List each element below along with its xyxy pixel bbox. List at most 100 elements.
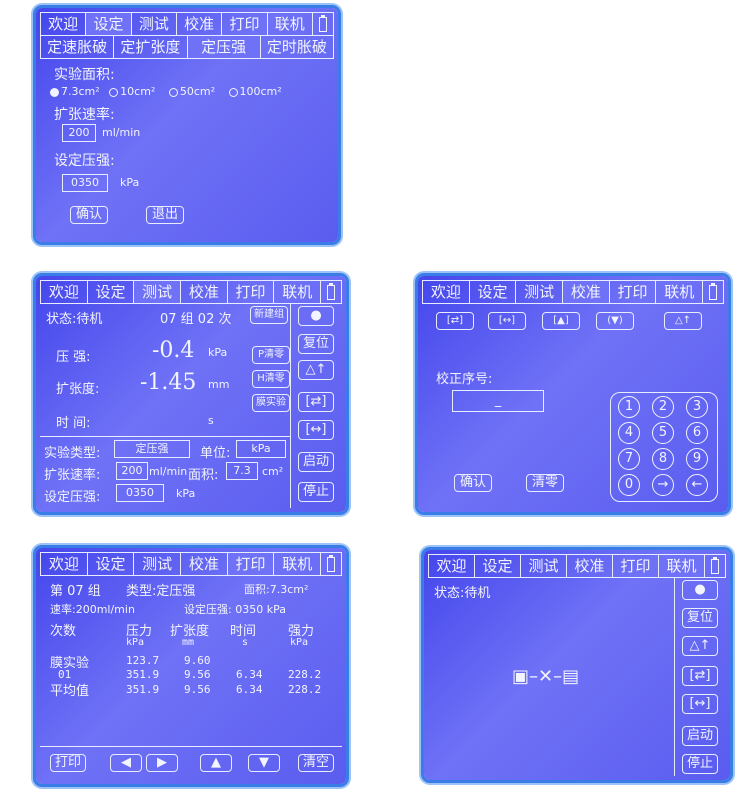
start-button[interactable]: 启动 xyxy=(682,726,718,746)
tab-setup[interactable]: 设定 xyxy=(88,553,135,575)
print-button[interactable]: 打印 xyxy=(50,754,86,772)
confirm-button[interactable]: 确认 xyxy=(70,206,108,224)
key-3[interactable]: 3 xyxy=(686,396,708,418)
tab-test[interactable]: 测试 xyxy=(134,553,182,575)
key-6[interactable]: 6 xyxy=(686,422,708,444)
tab-test[interactable]: 测试 xyxy=(132,13,177,35)
tab-welcome[interactable]: 欢迎 xyxy=(429,555,475,577)
start-button[interactable]: 启动 xyxy=(298,452,334,472)
info-divider xyxy=(40,436,290,437)
tab-test[interactable]: 测试 xyxy=(134,281,182,303)
rate-unit: ml/min xyxy=(149,465,188,478)
reset-button[interactable]: 复位 xyxy=(298,334,334,354)
tab-calibrate[interactable]: 校准 xyxy=(177,13,223,35)
tab-calibrate[interactable]: 校准 xyxy=(567,555,613,577)
tab-setup[interactable]: 设定 xyxy=(475,555,521,577)
tab-setup[interactable]: 设定 xyxy=(470,281,517,303)
clamp-lock-button[interactable]: [↔] xyxy=(298,420,334,440)
pressure-unit: kPa xyxy=(208,346,228,359)
stop-button[interactable]: 停止 xyxy=(682,754,718,774)
tab-calibrate[interactable]: 校准 xyxy=(563,281,610,303)
tab-constant-pressure[interactable]: 定压强 xyxy=(187,36,261,58)
row-avg-pressure: 351.9 xyxy=(126,683,160,696)
new-group-button[interactable]: 新建组 xyxy=(250,306,288,324)
stop-button[interactable]: 停止 xyxy=(298,482,334,502)
row-membrane-pressure: 123.7 xyxy=(126,654,160,667)
tab-calibrate[interactable]: 校准 xyxy=(181,281,228,303)
membrane-test-button[interactable]: 膜实验 xyxy=(252,394,290,412)
tab-setup[interactable]: 设定 xyxy=(86,13,132,35)
area-option-3[interactable]: 50cm² xyxy=(168,85,215,98)
tab-online[interactable]: 联机 xyxy=(659,555,705,577)
battery-icon xyxy=(705,555,725,577)
tab-print[interactable]: 打印 xyxy=(228,281,275,303)
clamp-release-icon: [⇄] xyxy=(689,668,711,683)
row-1-strength: 228.2 xyxy=(288,668,322,681)
battery-icon xyxy=(313,13,333,35)
tab-test[interactable]: 测试 xyxy=(521,555,567,577)
tab-setup[interactable]: 设定 xyxy=(88,281,135,303)
clamp-release-button[interactable]: [⇄] xyxy=(298,392,334,412)
key-right-arrow[interactable]: → xyxy=(652,474,674,496)
p-zero-button[interactable]: P清零 xyxy=(252,346,290,364)
tab-welcome[interactable]: 欢迎 xyxy=(41,13,87,35)
key-5[interactable]: 5 xyxy=(652,422,674,444)
up-clamp-button[interactable]: △↑ xyxy=(664,312,702,330)
key-2[interactable]: 2 xyxy=(652,396,674,418)
light-button[interactable]: ● xyxy=(682,580,718,600)
key-4[interactable]: 4 xyxy=(618,422,640,444)
pressure-input[interactable]: 0350 xyxy=(62,174,108,192)
tab-online[interactable]: 联机 xyxy=(274,553,322,575)
down-button[interactable]: ▼ xyxy=(248,754,280,772)
clamp-release-button[interactable]: [⇄] xyxy=(436,312,474,330)
tab-test[interactable]: 测试 xyxy=(516,281,564,303)
key-1[interactable]: 1 xyxy=(618,396,640,418)
up-clamp-button[interactable]: △↑ xyxy=(682,636,718,656)
clamp-lock-button[interactable]: [↔] xyxy=(488,312,526,330)
area-option-2[interactable]: 10cm² xyxy=(109,85,155,98)
tab-online[interactable]: 联机 xyxy=(274,281,322,303)
confirm-button[interactable]: 确认 xyxy=(454,474,492,492)
key-8[interactable]: 8 xyxy=(652,448,674,470)
tab-online[interactable]: 联机 xyxy=(268,13,313,35)
tab-print[interactable]: 打印 xyxy=(613,555,659,577)
tab-print[interactable]: 打印 xyxy=(227,553,275,575)
tab-constant-expansion[interactable]: 定扩张度 xyxy=(114,36,188,58)
tab-print[interactable]: 打印 xyxy=(610,281,657,303)
prev-button[interactable]: ◀ xyxy=(110,754,142,772)
expansion-label: 扩张度: xyxy=(56,382,100,397)
clamp-release-icon: [⇄] xyxy=(305,394,327,409)
h-zero-button[interactable]: H清零 xyxy=(252,370,290,388)
key-9[interactable]: 9 xyxy=(686,448,708,470)
main-tabs: 欢迎 设定 测试 校准 打印 联机 xyxy=(40,280,342,304)
clear-all-button[interactable]: 清空 xyxy=(298,754,334,772)
next-button[interactable]: ▶ xyxy=(146,754,178,772)
tab-welcome[interactable]: 欢迎 xyxy=(41,553,88,575)
tab-timed-burst[interactable]: 定时胀破 xyxy=(261,36,333,58)
tab-welcome[interactable]: 欢迎 xyxy=(423,281,470,303)
tab-online[interactable]: 联机 xyxy=(656,281,704,303)
reset-button[interactable]: 复位 xyxy=(682,608,718,628)
key-left-arrow[interactable]: ← xyxy=(686,474,708,496)
key-7[interactable]: 7 xyxy=(618,448,640,470)
tab-welcome[interactable]: 欢迎 xyxy=(41,281,88,303)
area-option-4[interactable]: 100cm² xyxy=(228,85,282,98)
up-button[interactable]: ▲ xyxy=(200,754,232,772)
rate-input[interactable]: 200 xyxy=(62,124,96,142)
set-pressure-unit: kPa xyxy=(176,487,196,500)
tab-constant-speed[interactable]: 定速胀破 xyxy=(41,36,115,58)
clear-button[interactable]: 清零 xyxy=(526,474,564,492)
tab-print[interactable]: 打印 xyxy=(222,13,268,35)
piston-up-button[interactable]: [▲] xyxy=(542,312,580,330)
seq-input[interactable]: _ xyxy=(452,390,544,412)
main-tabs: 欢迎 设定 测试 校准 打印 联机 xyxy=(40,552,342,576)
tab-calibrate[interactable]: 校准 xyxy=(181,553,228,575)
clamp-release-button[interactable]: [⇄] xyxy=(682,666,718,686)
light-button[interactable]: ● xyxy=(298,306,334,326)
piston-down-button[interactable]: (▼) xyxy=(596,312,634,330)
key-0[interactable]: 0 xyxy=(618,474,640,496)
exit-button[interactable]: 退出 xyxy=(146,206,184,224)
clamp-lock-button[interactable]: [↔] xyxy=(682,694,718,714)
up-clamp-button[interactable]: △↑ xyxy=(298,360,334,380)
area-option-1[interactable]: 7.3cm² xyxy=(50,85,100,98)
